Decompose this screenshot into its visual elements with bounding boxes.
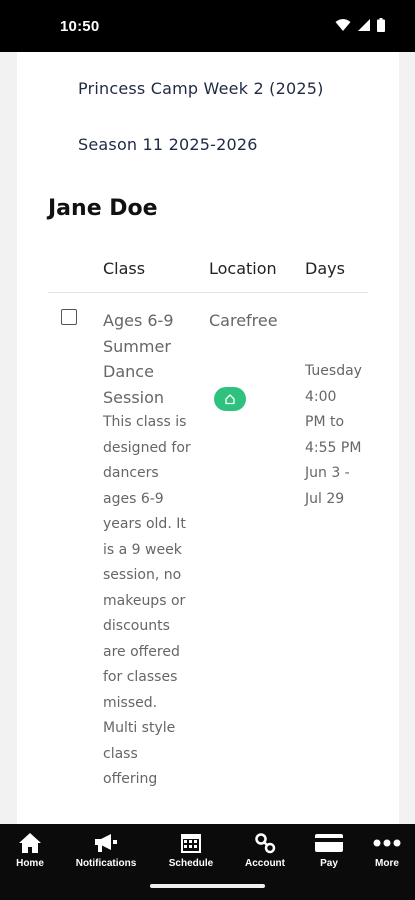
- location-name: Carefree: [209, 311, 278, 330]
- status-time: 10:50: [60, 18, 100, 35]
- wifi-icon: [335, 19, 351, 31]
- nav-pay[interactable]: Pay: [306, 824, 352, 876]
- more-icon: [372, 832, 402, 854]
- days-line: 4:00: [305, 388, 337, 405]
- nav-label-account: Account: [245, 858, 285, 869]
- column-header-class: Class: [103, 259, 146, 278]
- class-days: Tuesday 4:00 PM to 4:55 PM Jun 3 - Jul 2…: [305, 359, 373, 512]
- cell-signal-icon: [358, 19, 370, 31]
- column-header-location: Location: [209, 259, 277, 278]
- gesture-area: [0, 876, 415, 900]
- megaphone-icon: [93, 832, 119, 854]
- calendar-icon: [180, 832, 202, 854]
- class-name: Ages 6-9 Summer Dance Session: [103, 311, 174, 407]
- battery-icon: [377, 18, 385, 32]
- bottom-nav: Home Notifications Schedule Account Pay …: [0, 824, 415, 876]
- nav-label-notifications: Notifications: [75, 858, 137, 869]
- registration-item-season-11[interactable]: Season 11 2025-2026: [78, 135, 258, 154]
- nav-label-more: More: [375, 858, 399, 869]
- days-line: Jun 3 -: [305, 465, 350, 481]
- nav-notifications[interactable]: Notifications: [66, 824, 146, 876]
- home-icon: [225, 394, 235, 405]
- nav-label-schedule: Schedule: [168, 858, 214, 869]
- status-bar: 10:50: [0, 0, 415, 52]
- credit-card-icon: [314, 832, 344, 854]
- nav-schedule[interactable]: Schedule: [160, 824, 222, 876]
- column-header-days: Days: [305, 259, 345, 278]
- class-description: This class is designed for dancers ages …: [103, 414, 191, 787]
- nav-label-home: Home: [16, 858, 44, 869]
- student-name: Jane Doe: [48, 196, 158, 221]
- account-icon: [254, 832, 276, 854]
- location-badge[interactable]: [214, 387, 246, 411]
- nav-more[interactable]: More: [362, 824, 412, 876]
- status-icons: [335, 18, 385, 32]
- content-area[interactable]: Princess Camp Week 2 (2025) Season 11 20…: [0, 52, 415, 824]
- class-select-checkbox[interactable]: [61, 309, 77, 325]
- gesture-handle[interactable]: [150, 884, 265, 888]
- registration-item-princess-camp[interactable]: Princess Camp Week 2 (2025): [78, 79, 324, 98]
- home-icon: [18, 832, 42, 854]
- days-line: Jul 29: [305, 490, 345, 507]
- days-line: 4:55 PM: [305, 439, 362, 456]
- days-line: Tuesday: [305, 363, 362, 379]
- header-divider: [48, 292, 368, 293]
- days-line: PM to: [305, 414, 345, 430]
- nav-home[interactable]: Home: [0, 824, 60, 876]
- nav-account[interactable]: Account: [236, 824, 294, 876]
- nav-label-pay: Pay: [320, 858, 338, 869]
